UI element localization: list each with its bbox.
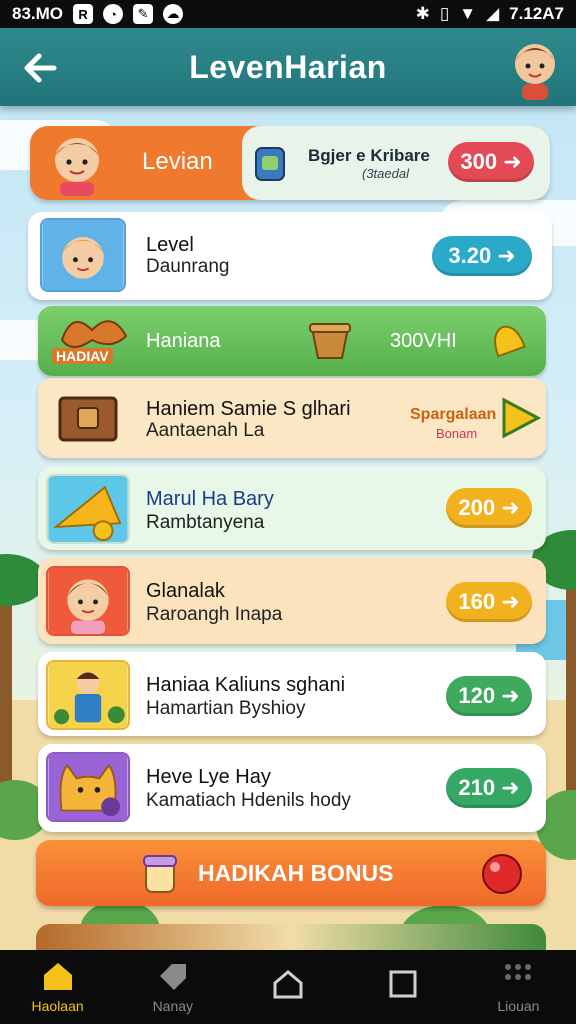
reward-value: 210 xyxy=(458,775,496,800)
mission-subtitle: Rambtanyena xyxy=(146,512,265,533)
mission-tag: HADIAV xyxy=(52,348,113,364)
mission-subtitle: Daunrang xyxy=(146,256,230,277)
mission-card[interactable]: HADIAV Haniana 300VHI xyxy=(38,306,546,376)
mission-title: Haniem Samie S glhari xyxy=(146,398,351,420)
tag-icon xyxy=(159,964,186,990)
arrow-right-icon: ➜ xyxy=(501,775,520,800)
banner-card-title: Bgjer e Kribare xyxy=(308,146,430,165)
mission-subtitle: Raroangh Inapa xyxy=(146,604,283,625)
character-avatar-icon xyxy=(515,44,555,100)
nav-label: Liouan xyxy=(497,998,540,1014)
page-title: LevenHarian xyxy=(189,48,387,85)
bell-icon xyxy=(494,325,526,358)
nav-item-tag[interactable]: Nanay xyxy=(115,950,230,1024)
mission-title: Haniana xyxy=(146,330,221,352)
level-banner[interactable]: Levian Bgjer e Kribare (3taedal 300 ➜ xyxy=(30,126,550,200)
status-time: 83.MO xyxy=(12,4,64,23)
reward-button[interactable]: 120 ➜ xyxy=(446,676,532,716)
reward-button[interactable]: 300 ➜ xyxy=(448,142,534,182)
bonus-button[interactable]: HADIKAH BONUS xyxy=(36,840,546,906)
arrow-right-icon: ➜ xyxy=(503,149,522,174)
girl-thumbnail-icon xyxy=(46,566,130,636)
notification-icon: R xyxy=(73,4,94,24)
mission-title: Haniaa Kaliuns sghani xyxy=(146,674,346,696)
cloud-icon: ☁ xyxy=(163,4,184,24)
boy-avatar-icon xyxy=(55,138,99,196)
bluetooth-icon: ✱ xyxy=(415,4,430,23)
reward-value: 200 xyxy=(458,495,496,520)
mission-card[interactable]: Level Daunrang 3.20 ➜ xyxy=(28,212,552,300)
reward-value: 3.20 xyxy=(448,243,492,268)
cat-thumbnail-icon xyxy=(46,752,130,822)
app-header: LevenHarian xyxy=(0,28,576,106)
nav-item-android-home[interactable] xyxy=(230,950,345,1024)
arrow-right-icon: ➜ xyxy=(501,495,520,520)
arrow-left-icon xyxy=(24,53,57,83)
mission-title: Level xyxy=(146,234,194,256)
arrow-right-icon: ➜ xyxy=(497,243,516,268)
bottom-nav: Haolaan Nanay Liouan xyxy=(0,950,576,1024)
mission-title: Glanalak xyxy=(146,580,225,602)
wifi-icon: ▼ xyxy=(459,4,477,23)
play-triangle-icon[interactable] xyxy=(498,396,542,440)
reward-value: 160 xyxy=(458,589,496,614)
mission-reward-label: Spargalaan xyxy=(410,406,497,423)
nav-item-more[interactable]: Liouan xyxy=(461,950,576,1024)
nav-item-home[interactable]: Haolaan xyxy=(0,950,115,1024)
reward-button[interactable]: 160 ➜ xyxy=(446,582,532,622)
reward-button[interactable]: 210 ➜ xyxy=(446,768,532,808)
red-gem-icon xyxy=(482,854,522,894)
reward-value: 300 xyxy=(460,149,498,174)
home-outline-icon xyxy=(273,970,303,999)
banner-reward-card: Bgjer e Kribare (3taedal 300 ➜ xyxy=(242,126,550,200)
square-icon xyxy=(389,970,417,998)
mission-card[interactable]: Marul Ha Bary Rambtanyena 200 ➜ xyxy=(38,466,546,550)
reward-button[interactable]: 3.20 ➜ xyxy=(432,236,532,276)
status-right-text: 7.12A7 xyxy=(509,4,564,23)
mission-subtitle: Aantaenah La xyxy=(146,420,265,441)
reward-button[interactable]: 200 ➜ xyxy=(446,488,532,528)
edit-icon: ✎ xyxy=(133,4,154,24)
nav-label: Haolaan xyxy=(31,998,84,1014)
boy-thumbnail-icon xyxy=(40,218,126,292)
farmer-thumbnail-icon xyxy=(46,660,130,730)
mission-card[interactable]: Haniaa Kaliuns sghani Hamartian Byshioy … xyxy=(38,652,546,736)
mute-icon: ▯ xyxy=(439,4,450,23)
reward-value: 120 xyxy=(458,683,496,708)
clock-icon: ◔ xyxy=(103,4,124,24)
mission-card[interactable]: Haniem Samie S glhari Aantaenah La Sparg… xyxy=(38,378,546,458)
arrow-right-icon: ➜ xyxy=(501,683,520,708)
backpack-icon xyxy=(255,147,285,181)
mission-subtitle: Kamatiach Hdenils hody xyxy=(146,790,351,811)
mission-list: Levian Bgjer e Kribare (3taedal 300 ➜ Le… xyxy=(0,106,576,954)
mission-title: Heve Lye Hay xyxy=(146,766,271,788)
banner-card-subtitle: (3taedal xyxy=(362,166,409,181)
status-bar: 83.MO R ◔ ✎ ☁ ✱ ▯ ▼ ◢ 7.12A7 xyxy=(0,0,576,28)
signal-icon: ◢ xyxy=(486,4,500,23)
home-filled-icon xyxy=(43,963,72,990)
back-button[interactable] xyxy=(20,48,60,88)
mission-subtitle: Hamartian Byshioy xyxy=(146,698,306,719)
bonus-label: HADIKAH BONUS xyxy=(198,860,394,886)
mission-reward-sub: Bonam xyxy=(436,426,478,441)
treasure-chest-icon xyxy=(58,396,118,442)
mission-reward: 300VHI xyxy=(390,330,457,352)
mission-card[interactable]: Heve Lye Hay Kamatiach Hdenils hody 210 … xyxy=(38,744,546,832)
grid-dots-icon xyxy=(505,964,532,980)
nav-item-recents[interactable] xyxy=(346,950,461,1024)
arrow-right-icon: ➜ xyxy=(501,589,520,614)
basket-icon xyxy=(309,323,351,359)
mission-card[interactable]: Glanalak Raroangh Inapa 160 ➜ xyxy=(38,558,546,644)
nav-label: Nanay xyxy=(152,998,194,1014)
banner-label: Levian xyxy=(142,148,213,175)
bonus-jar-icon xyxy=(143,855,177,893)
mission-title: Marul Ha Bary xyxy=(146,488,274,510)
cheese-thumbnail-icon xyxy=(46,474,130,544)
